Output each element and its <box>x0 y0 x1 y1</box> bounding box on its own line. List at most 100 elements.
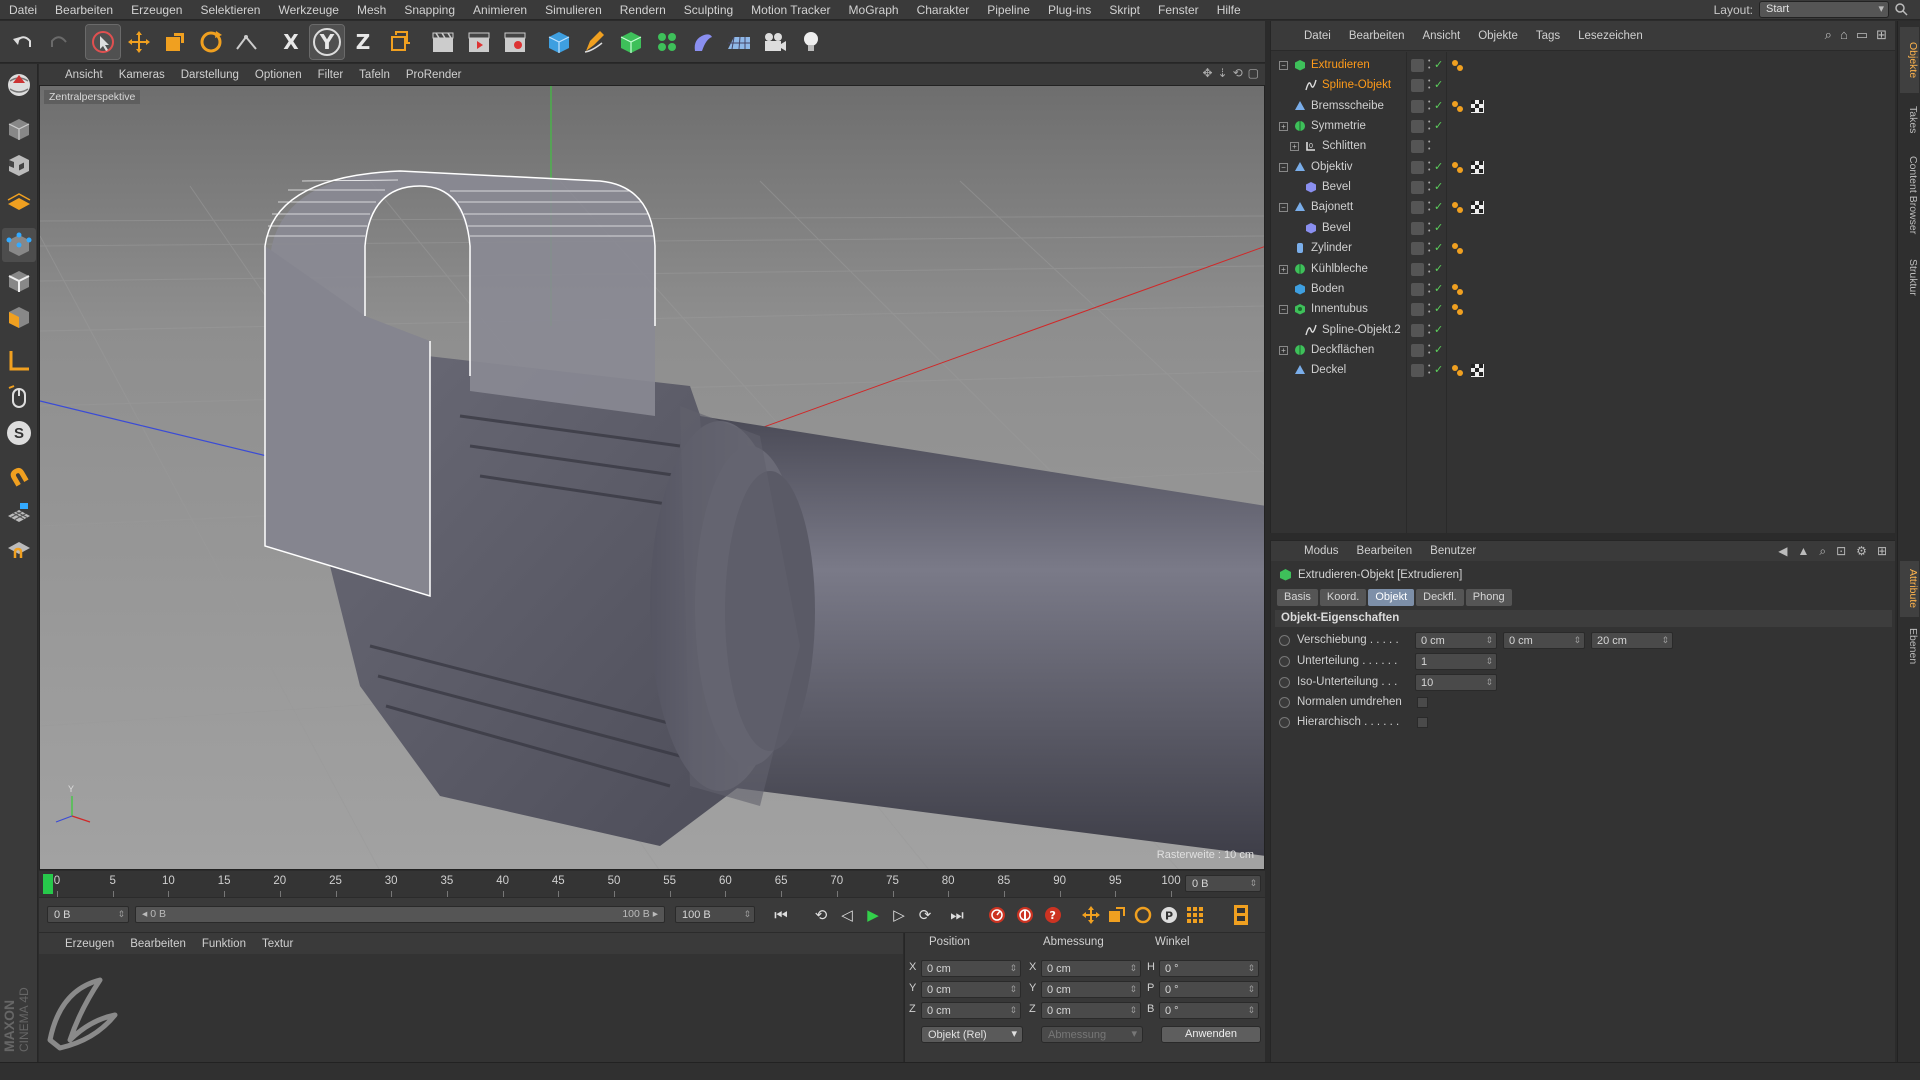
enabled-check-icon[interactable]: ✓ <box>1434 241 1443 254</box>
phong-tag-icon[interactable] <box>1451 59 1464 72</box>
attribute-menu-benutzer[interactable]: Benutzer <box>1421 545 1485 557</box>
menu-werkzeuge[interactable]: Werkzeuge <box>269 0 347 20</box>
home-icon[interactable]: ⌂ <box>1840 27 1848 43</box>
object-menu-bearbeiten[interactable]: Bearbeiten <box>1340 30 1414 42</box>
enabled-check-icon[interactable]: ✓ <box>1434 119 1443 132</box>
object-row-deckfl-chen[interactable]: + Deckflächen • • ✓ <box>1271 341 1896 361</box>
undo-button[interactable] <box>6 25 40 59</box>
edges-mode-button[interactable] <box>2 264 36 298</box>
editor-render-dots[interactable]: • • <box>1428 200 1433 214</box>
tree-expand-toggle[interactable]: + <box>1290 142 1299 152</box>
viewport-menu-filter[interactable]: Filter <box>310 69 352 81</box>
material-tag-icon[interactable] <box>1471 160 1484 174</box>
menu-hilfe[interactable]: Hilfe <box>1208 0 1250 20</box>
deformer-button[interactable] <box>686 25 720 59</box>
enabled-check-icon[interactable]: ✓ <box>1434 160 1443 173</box>
enabled-check-icon[interactable]: ✓ <box>1434 221 1443 234</box>
object-menu-tags[interactable]: Tags <box>1527 30 1569 42</box>
move-tool-button[interactable] <box>122 25 156 59</box>
object-menu-datei[interactable]: Datei <box>1295 30 1340 42</box>
object-row-objektiv[interactable]: − Objektiv • • ✓ <box>1271 158 1896 178</box>
iso-subdivision-field[interactable]: 10 <box>1415 674 1497 691</box>
menu-plug-ins[interactable]: Plug-ins <box>1039 0 1100 20</box>
planar-workplane-button[interactable] <box>2 532 36 566</box>
flip-normals-checkbox[interactable] <box>1417 697 1428 708</box>
enabled-check-icon[interactable]: ✓ <box>1434 78 1443 91</box>
apply-button[interactable]: Anwenden <box>1161 1026 1261 1043</box>
autokey-button[interactable] <box>1013 904 1037 926</box>
camera-button[interactable] <box>758 25 792 59</box>
menu-charakter[interactable]: Charakter <box>908 0 979 20</box>
redo-button[interactable] <box>42 25 76 59</box>
menu-animieren[interactable]: Animieren <box>464 0 536 20</box>
enabled-check-icon[interactable]: ✓ <box>1434 58 1443 71</box>
material-menu-bearbeiten[interactable]: Bearbeiten <box>122 938 194 950</box>
subdivision-field[interactable]: 1 <box>1415 653 1497 670</box>
rotation-b-field[interactable]: 0 ° <box>1159 1002 1259 1019</box>
phong-tag-icon[interactable] <box>1451 364 1464 377</box>
tree-expand-toggle[interactable]: + <box>1279 264 1288 274</box>
visibility-toggle[interactable] <box>1411 99 1424 113</box>
object-row-boden[interactable]: Boden • • ✓ <box>1271 280 1896 300</box>
tree-expand-toggle[interactable]: − <box>1279 305 1288 315</box>
search-icon[interactable] <box>1895 3 1908 16</box>
cube-primitive-button[interactable] <box>542 25 576 59</box>
visibility-toggle[interactable] <box>1411 364 1424 378</box>
object-menu-lesezeichen[interactable]: Lesezeichen <box>1569 30 1652 42</box>
menu-datei[interactable]: Datei <box>0 0 46 20</box>
position-y-field[interactable]: 0 cm <box>921 981 1021 998</box>
viewport-menu-prorender[interactable]: ProRender <box>398 69 470 81</box>
editor-render-dots[interactable]: • • <box>1428 221 1433 235</box>
settings-icon[interactable]: ⚙ <box>1856 544 1867 559</box>
menu-rendern[interactable]: Rendern <box>611 0 675 20</box>
side-tab-ebenen[interactable]: Ebenen <box>1900 621 1919 671</box>
object-row-schlitten[interactable]: +0 Schlitten • • <box>1271 137 1896 157</box>
up-arrow-icon[interactable]: ▲ <box>1797 544 1809 559</box>
key-position-button[interactable] <box>1079 904 1103 926</box>
next-frame-button[interactable]: ▷ <box>887 904 911 926</box>
editor-render-dots[interactable]: • • <box>1428 160 1433 174</box>
menu-sculpting[interactable]: Sculpting <box>675 0 742 20</box>
object-tree[interactable]: − Extrudieren • • ✓ Spline-Objekt • • ✓ Bremssche… <box>1271 52 1896 533</box>
viewport-menu-optionen[interactable]: Optionen <box>247 69 310 81</box>
tree-expand-toggle[interactable]: + <box>1279 122 1288 132</box>
menu-mograph[interactable]: MoGraph <box>840 0 908 20</box>
animate-radio[interactable] <box>1279 697 1290 708</box>
animate-radio[interactable] <box>1279 717 1290 728</box>
offset-z-field[interactable]: 20 cm <box>1591 632 1673 649</box>
menu-motion-tracker[interactable]: Motion Tracker <box>742 0 839 20</box>
tree-expand-toggle[interactable]: − <box>1279 203 1288 213</box>
snapping-button[interactable]: S <box>2 416 36 450</box>
key-scale-button[interactable] <box>1105 904 1129 926</box>
material-menu-textur[interactable]: Textur <box>254 938 301 950</box>
object-row-bajonett[interactable]: − Bajonett • • ✓ <box>1271 198 1896 218</box>
enabled-check-icon[interactable]: ✓ <box>1434 200 1443 213</box>
viewport-menu-ansicht[interactable]: Ansicht <box>57 69 111 81</box>
timeline[interactable]: 0 5 10 15 20 25 30 35 40 45 50 55 60 65 70 75 80 85 90 95 10… <box>39 871 1265 897</box>
menu-erzeugen[interactable]: Erzeugen <box>122 0 191 20</box>
menu-bearbeiten[interactable]: Bearbeiten <box>46 0 122 20</box>
render-picture-viewer-button[interactable] <box>462 25 496 59</box>
viewport-menu-kameras[interactable]: Kameras <box>111 69 173 81</box>
workplane-mode-button[interactable] <box>2 184 36 218</box>
editor-render-dots[interactable]: • • <box>1428 180 1433 194</box>
menu-fenster[interactable]: Fenster <box>1149 0 1208 20</box>
cloner-button[interactable] <box>650 25 684 59</box>
tab-phong[interactable]: Phong <box>1465 589 1512 606</box>
visibility-toggle[interactable] <box>1411 242 1424 256</box>
tab-koord[interactable]: Koord. <box>1319 589 1367 606</box>
scale-tool-button[interactable] <box>158 25 192 59</box>
enabled-check-icon[interactable]: ✓ <box>1434 180 1443 193</box>
editor-render-dots[interactable]: • • <box>1428 363 1433 377</box>
object-row-innentubus[interactable]: − Innentubus • • ✓ <box>1271 300 1896 320</box>
orbit-icon[interactable]: ⟲ <box>1233 66 1243 80</box>
editor-render-dots[interactable]: • • <box>1428 241 1433 255</box>
editor-render-dots[interactable]: • • <box>1428 262 1433 276</box>
camera-label[interactable]: Zentralperspektive <box>44 90 141 104</box>
visibility-toggle[interactable] <box>1411 282 1424 296</box>
key-parameter-button[interactable]: P <box>1157 904 1181 926</box>
rotation-h-field[interactable]: 0 ° <box>1159 960 1259 977</box>
material-tag-icon[interactable] <box>1471 364 1484 378</box>
menu-mesh[interactable]: Mesh <box>348 0 395 20</box>
size-mode-dropdown[interactable]: Abmessung ▾ <box>1041 1026 1143 1043</box>
